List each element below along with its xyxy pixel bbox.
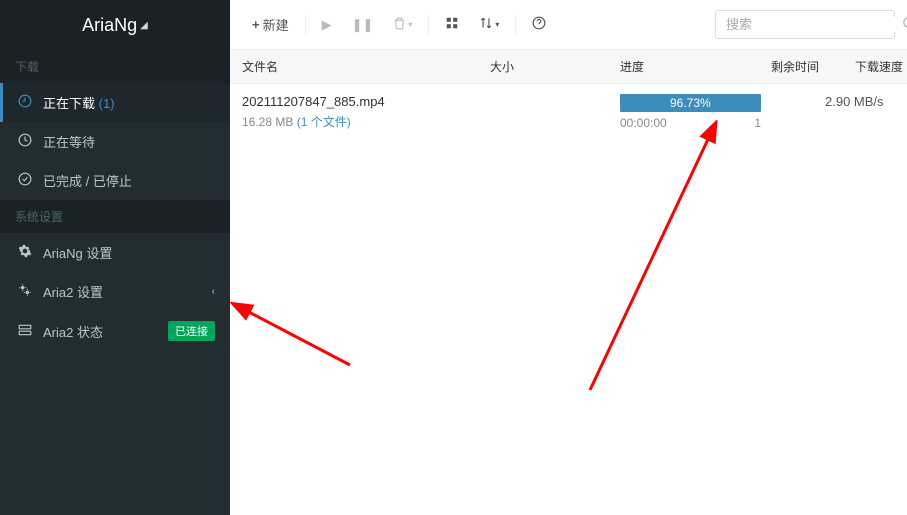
sidebar-item-label: 已完成 / 已停止 <box>43 171 215 190</box>
clock-icon <box>15 133 35 150</box>
chevron-left-icon: ‹ <box>212 286 215 297</box>
dropdown-caret-icon: ▾ <box>408 20 412 29</box>
sidebar-item-stopped[interactable]: 已完成 / 已停止 <box>0 161 230 200</box>
row-filesize: 16.28 MB (1 个文件) <box>242 113 620 130</box>
new-label: 新建 <box>263 15 289 34</box>
row-filename: 202111207847_885.mp4 <box>242 94 620 109</box>
plus-icon: + <box>252 17 260 32</box>
col-header-progress[interactable]: 进度 <box>620 58 765 75</box>
gears-icon <box>15 283 35 300</box>
separator <box>515 15 516 35</box>
col-header-speed[interactable]: 下载速度 <box>825 58 907 75</box>
row-eta: 00:00:00 <box>620 116 667 130</box>
download-icon <box>15 94 35 111</box>
progress-bar: 96.73% <box>620 94 761 112</box>
sidebar-item-downloading[interactable]: 正在下载 (1) <box>0 83 230 122</box>
search-icon <box>902 16 907 33</box>
pause-icon: ❚❚ <box>352 17 374 33</box>
search-input[interactable] <box>726 17 902 32</box>
toolbar: + 新建 ▶ ❚❚ ▾ <box>230 0 907 50</box>
col-header-size[interactable]: 大小 <box>490 58 620 75</box>
search-box[interactable] <box>715 10 895 39</box>
row-speed: 2.90 MB/s <box>825 94 884 109</box>
grid-icon <box>445 16 459 33</box>
brand[interactable]: AriaNg ◢ <box>0 0 230 50</box>
gear-icon <box>15 244 35 261</box>
help-icon <box>532 16 546 33</box>
sidebar-section-settings: 系统设置 <box>0 200 230 233</box>
separator <box>305 15 306 35</box>
start-button[interactable]: ▶ <box>312 11 342 39</box>
separator <box>428 15 429 35</box>
sidebar-item-aria2-settings[interactable]: Aria2 设置 ‹ <box>0 272 230 311</box>
view-grid-button[interactable] <box>435 10 469 39</box>
server-icon <box>15 323 35 340</box>
sidebar: AriaNg ◢ 下载 正在下载 (1) 正在等待 已完成 <box>0 0 230 515</box>
sort-button[interactable]: ▾ <box>469 10 509 39</box>
brand-caret-icon: ◢ <box>140 20 148 31</box>
new-button[interactable]: + 新建 <box>242 9 299 40</box>
main: + 新建 ▶ ❚❚ ▾ <box>230 0 907 515</box>
sidebar-section-downloads: 下载 <box>0 50 230 83</box>
pause-button[interactable]: ❚❚ <box>342 11 384 39</box>
sidebar-item-label: Aria2 状态 <box>43 322 168 341</box>
sidebar-item-label: 正在下载 (1) <box>43 93 215 112</box>
table-row[interactable]: 202111207847_885.mp4 16.28 MB (1 个文件) 96… <box>230 84 907 140</box>
status-badge-connected: 已连接 <box>168 321 215 341</box>
sort-icon <box>479 16 493 33</box>
sidebar-item-label: Aria2 设置 <box>43 282 212 301</box>
sidebar-item-aria2-status[interactable]: Aria2 状态 已连接 <box>0 311 230 351</box>
row-filecount[interactable]: (1 个文件) <box>297 115 351 129</box>
col-header-name[interactable]: 文件名 <box>230 58 490 75</box>
col-header-remain[interactable]: 剩余时间 <box>765 58 825 75</box>
check-circle-icon <box>15 172 35 189</box>
help-button[interactable] <box>522 10 556 39</box>
brand-name: AriaNg <box>82 15 137 36</box>
row-connections: 1 <box>754 116 765 130</box>
trash-icon <box>393 17 406 33</box>
play-icon: ▶ <box>322 17 332 33</box>
table-header: 文件名 大小 进度 剩余时间 下载速度 <box>230 50 907 84</box>
sidebar-item-ariang-settings[interactable]: AriaNg 设置 <box>0 233 230 272</box>
sidebar-item-label: AriaNg 设置 <box>43 243 215 262</box>
dropdown-caret-icon: ▾ <box>495 20 499 29</box>
sidebar-item-waiting[interactable]: 正在等待 <box>0 122 230 161</box>
sidebar-item-label: 正在等待 <box>43 132 215 151</box>
delete-button[interactable]: ▾ <box>383 11 422 39</box>
